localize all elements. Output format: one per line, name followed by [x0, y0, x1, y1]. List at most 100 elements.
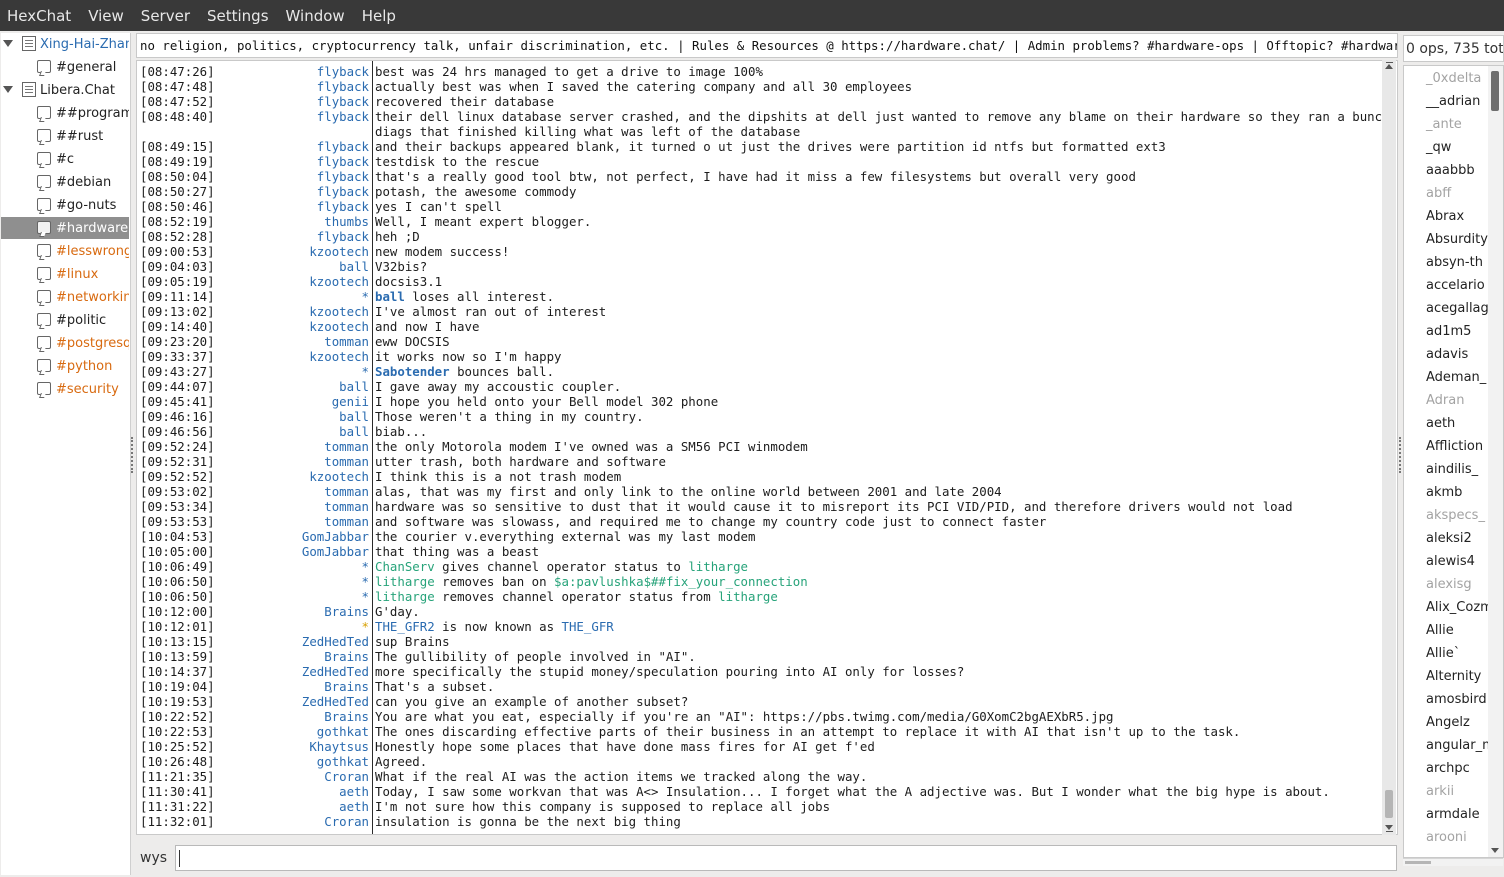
userlist-scroll-thumb[interactable] — [1491, 71, 1499, 111]
nick[interactable]: ZedHedTed — [302, 664, 369, 679]
scroll-up-arrow-icon[interactable] — [1385, 64, 1393, 69]
nick[interactable]: flyback — [317, 64, 369, 79]
event-nick[interactable]: $a:pavlushka$##fix_your_connection — [554, 574, 808, 589]
channel-item[interactable]: #go-nuts — [1, 194, 129, 216]
nick[interactable]: Brains — [324, 649, 369, 664]
nick[interactable]: kzootech — [309, 244, 369, 259]
user-list-item[interactable]: armdale — [1426, 807, 1480, 822]
expander-icon[interactable] — [3, 40, 13, 47]
nick[interactable]: tomman — [324, 484, 369, 499]
channel-item[interactable]: #linux — [1, 263, 129, 285]
nick[interactable]: flyback — [317, 229, 369, 244]
nick[interactable]: Brains — [324, 604, 369, 619]
scroll-down-arrow-icon[interactable] — [1385, 825, 1393, 830]
user-list-item[interactable]: _ante — [1426, 117, 1462, 132]
user-list-item[interactable]: Adran — [1426, 393, 1464, 408]
user-list-item[interactable]: Alternity — [1426, 669, 1481, 684]
expander-icon[interactable] — [3, 86, 13, 93]
nick[interactable]: Brains — [324, 709, 369, 724]
nick[interactable]: tomman — [324, 334, 369, 349]
nick[interactable]: ZedHedTed — [302, 634, 369, 649]
user-list-item[interactable]: absyn-th — [1426, 255, 1483, 270]
channel-item[interactable]: #general — [1, 56, 129, 78]
nick[interactable]: genii — [332, 394, 369, 409]
channel-item[interactable]: #python — [1, 355, 129, 377]
channel-item[interactable]: #postgresql — [1, 332, 129, 354]
nick[interactable]: tomman — [324, 514, 369, 529]
channel-item[interactable]: #security — [1, 378, 129, 400]
user-list-item[interactable]: Allie — [1426, 623, 1454, 638]
nick[interactable]: kzootech — [309, 304, 369, 319]
action-nick[interactable]: ball — [375, 289, 405, 304]
event-nick[interactable]: ChanServ — [375, 559, 435, 574]
channel-item[interactable]: #hardware — [1, 217, 129, 239]
user-list-item[interactable]: Angelz — [1426, 715, 1470, 730]
nick-label[interactable]: wys — [140, 850, 167, 866]
channel-item[interactable]: #networking — [1, 286, 129, 308]
network-item[interactable]: Libera.Chat — [1, 79, 129, 101]
user-list-item[interactable]: alexisg — [1426, 577, 1472, 592]
nick[interactable]: thumbs — [324, 214, 369, 229]
event-nick[interactable]: litharge — [375, 589, 435, 604]
event-nick[interactable]: litharge — [375, 574, 435, 589]
event-nick[interactable]: THE_GFR2 — [375, 619, 435, 634]
user-list-item[interactable]: __adrian — [1426, 94, 1480, 109]
user-list-item[interactable]: Abrax — [1426, 209, 1464, 224]
user-list-item[interactable]: alewis4 — [1426, 554, 1475, 569]
left-pane-grip[interactable] — [131, 437, 133, 473]
nick[interactable]: gothkat — [317, 724, 369, 739]
event-nick[interactable]: THE_GFR — [562, 619, 614, 634]
action-nick[interactable]: Sabotender — [375, 364, 450, 379]
userlist-hscroll-thumb[interactable] — [1405, 861, 1431, 864]
nick[interactable]: Croran — [324, 769, 369, 784]
nick[interactable]: ball — [339, 409, 369, 424]
nick[interactable]: ball — [339, 379, 369, 394]
user-list-item[interactable]: ad1m5 — [1426, 324, 1471, 339]
channel-item[interactable]: ##programming — [1, 102, 129, 124]
menu-settings[interactable]: Settings — [207, 7, 269, 25]
nick[interactable]: tomman — [324, 499, 369, 514]
nick[interactable]: tomman — [324, 439, 369, 454]
nick[interactable]: flyback — [317, 79, 369, 94]
nick[interactable]: kzootech — [309, 274, 369, 289]
chat-scroll-thumb[interactable] — [1385, 790, 1393, 818]
nick[interactable]: aeth — [339, 784, 369, 799]
nick[interactable]: ball — [339, 259, 369, 274]
event-nick[interactable]: litharge — [688, 559, 748, 574]
user-list-item[interactable]: Allie` — [1426, 646, 1460, 661]
nick[interactable]: ZedHedTed — [302, 694, 369, 709]
user-list-item[interactable]: _qw — [1426, 140, 1451, 155]
channel-item[interactable]: ##rust — [1, 125, 129, 147]
right-pane-grip[interactable] — [1399, 437, 1401, 473]
nick[interactable]: kzootech — [309, 469, 369, 484]
nick[interactable]: flyback — [317, 139, 369, 154]
event-nick[interactable]: litharge — [718, 589, 778, 604]
user-list-item[interactable]: aindilis_ — [1426, 462, 1478, 477]
user-list-item[interactable]: aaabbb — [1426, 163, 1475, 178]
user-list-item[interactable]: Absurdity — [1426, 232, 1488, 247]
nick[interactable]: ball — [339, 424, 369, 439]
nick[interactable]: Brains — [324, 679, 369, 694]
user-list-item[interactable]: archpc — [1426, 761, 1470, 776]
user-list-item[interactable]: Ademan_ — [1426, 370, 1486, 385]
channel-item[interactable]: #lesswrong — [1, 240, 129, 262]
network-item[interactable]: Xing-Hai-Zhang — [1, 33, 129, 55]
nick[interactable]: flyback — [317, 94, 369, 109]
channel-item[interactable]: #politic — [1, 309, 129, 331]
nick[interactable]: Khaytsus — [309, 739, 369, 754]
nick[interactable]: Croran — [324, 814, 369, 829]
user-list-item[interactable]: akmb — [1426, 485, 1462, 500]
nick[interactable]: GomJabbar — [302, 529, 369, 544]
nick[interactable]: kzootech — [309, 319, 369, 334]
nick[interactable]: flyback — [317, 199, 369, 214]
channel-item[interactable]: #c — [1, 148, 129, 170]
user-list-item[interactable]: akspecs_ — [1426, 508, 1485, 523]
menu-server[interactable]: Server — [141, 7, 190, 25]
userlist-hscrollbar[interactable] — [1403, 858, 1503, 866]
menu-view[interactable]: View — [88, 7, 124, 25]
user-list-item[interactable]: arooni — [1426, 830, 1467, 845]
chat-scrollbar[interactable] — [1382, 60, 1396, 835]
menu-help[interactable]: Help — [362, 7, 396, 25]
nick[interactable]: flyback — [317, 184, 369, 199]
nick[interactable]: gothkat — [317, 754, 369, 769]
